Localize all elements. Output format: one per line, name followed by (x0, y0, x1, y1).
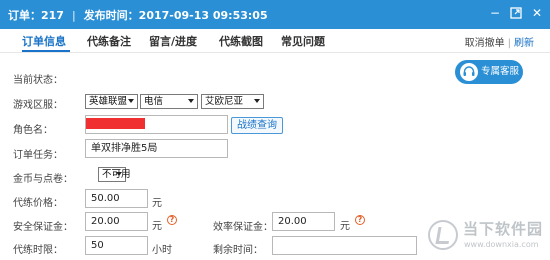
time-limit-unit: 小时 (152, 245, 172, 256)
record-query-button[interactable]: 战绩查询 (231, 117, 283, 134)
publish-time: 发布时间：2017-09-13 09:53:05 (83, 9, 268, 22)
coin-label: 金币与点卷： (13, 174, 73, 185)
task-field[interactable]: 单双排净胜5局 (85, 139, 228, 158)
time-limit-field[interactable]: 50 (85, 236, 148, 255)
safety-deposit-unit: 元 (152, 221, 162, 232)
chevron-down-icon (116, 172, 122, 176)
efficiency-help-icon[interactable]: ? (355, 215, 365, 225)
price-unit: 元 (152, 198, 162, 209)
chevron-down-icon (188, 99, 194, 103)
watermark: 当下软件园 www.downxia.com (428, 218, 544, 256)
remaining-time-label: 剩余时间： (213, 245, 263, 256)
coin-select[interactable]: 不可用 (98, 167, 131, 182)
zone-select-value: 艾欧尼亚 (205, 96, 244, 107)
server-select-value: 电信 (144, 96, 164, 107)
service-label: 专属客服 (481, 66, 520, 77)
price-label: 代练价格： (13, 198, 63, 209)
tab-messages[interactable]: 留言/进度 (149, 33, 197, 49)
close-button[interactable]: ✕ (530, 6, 544, 20)
window-controls: − ✕ (488, 6, 544, 20)
refresh-link[interactable]: 刷新 (514, 38, 534, 49)
safety-help-icon[interactable]: ? (167, 215, 177, 225)
efficiency-deposit-label: 效率保证金： (213, 222, 273, 233)
region-label: 游戏区服： (13, 100, 63, 111)
tab-screenshots[interactable]: 代练截图 (219, 33, 263, 49)
time-limit-label: 代练时限： (13, 245, 63, 256)
headset-icon (460, 63, 478, 81)
watermark-url: www.downxia.com (464, 240, 539, 249)
efficiency-deposit-unit: 元 (340, 221, 350, 232)
window-title: 订单：217 | 发布时间：2017-09-13 09:53:05 (8, 7, 268, 23)
tab-notes[interactable]: 代练备注 (87, 33, 131, 49)
chevron-down-icon (254, 99, 260, 103)
game-select[interactable]: 英雄联盟 (85, 94, 138, 109)
watermark-logo-icon (428, 220, 458, 250)
safety-deposit-label: 安全保证金： (13, 222, 73, 233)
title-separator: | (71, 9, 76, 22)
service-button[interactable]: 专属客服 (455, 60, 523, 84)
title-bar: 订单：217 | 发布时间：2017-09-13 09:53:05 − ✕ (0, 0, 550, 29)
tab-bar: 订单信息 代练备注 留言/进度 代练截图 常见问题 取消撤单 | 刷新 (0, 29, 550, 53)
order-number: 订单：217 (8, 9, 64, 22)
tab-order-info[interactable]: 订单信息 (22, 33, 66, 49)
zone-select[interactable]: 艾欧尼亚 (201, 94, 264, 109)
safety-deposit-field[interactable]: 20.00 (85, 212, 148, 231)
maximize-icon[interactable] (509, 6, 523, 20)
remaining-time-field[interactable] (272, 236, 417, 255)
chevron-down-icon (128, 99, 134, 103)
price-field[interactable]: 50.00 (85, 189, 148, 208)
order-window: 订单：217 | 发布时间：2017-09-13 09:53:05 − ✕ 订单信息… (0, 0, 550, 260)
tab-faq[interactable]: 常见问题 (281, 33, 325, 49)
efficiency-deposit-field[interactable]: 20.00 (272, 212, 335, 231)
role-name-redaction (86, 118, 145, 129)
tab-actions: 取消撤单 | 刷新 (465, 34, 534, 49)
watermark-text: 当下软件园 (463, 220, 544, 238)
task-label: 订单任务： (13, 150, 63, 161)
action-separator: | (507, 38, 511, 49)
role-label: 角色名： (13, 125, 53, 136)
cancel-order-link[interactable]: 取消撤单 (465, 38, 505, 49)
active-tab-indicator (22, 50, 70, 52)
server-select[interactable]: 电信 (140, 94, 198, 109)
status-label: 当前状态： (13, 75, 63, 86)
minimize-button[interactable]: − (488, 6, 502, 20)
game-select-value: 英雄联盟 (89, 96, 128, 107)
